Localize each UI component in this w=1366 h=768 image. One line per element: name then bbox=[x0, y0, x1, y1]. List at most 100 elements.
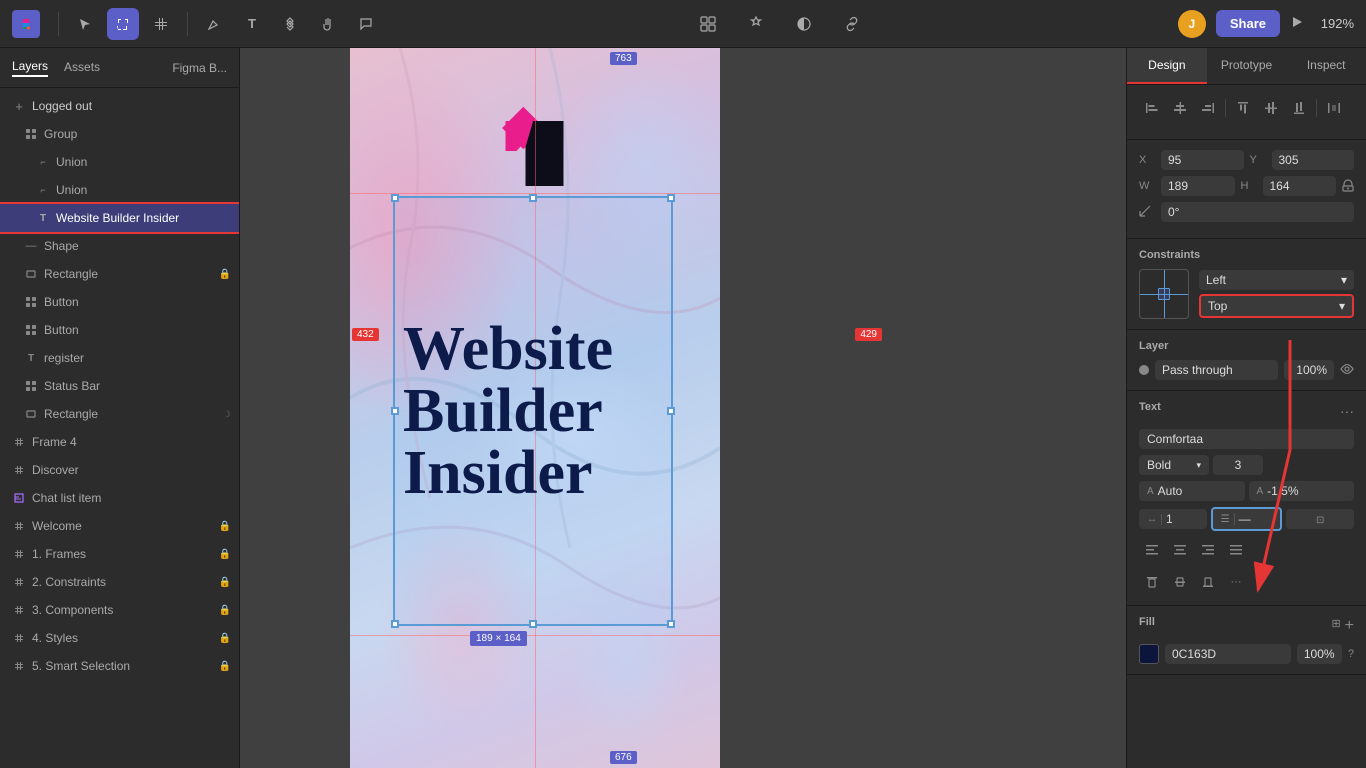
tab-inspect[interactable]: Inspect bbox=[1286, 48, 1366, 84]
font-family-select[interactable]: Comfortaa bbox=[1139, 429, 1354, 449]
fill-opacity-info-btn[interactable]: ? bbox=[1348, 648, 1354, 660]
paragraph-spacing-input[interactable]: ☰ — bbox=[1211, 507, 1283, 531]
layer-mode-dot bbox=[1139, 365, 1149, 375]
align-middle-btn[interactable] bbox=[1258, 95, 1284, 121]
layer-discover[interactable]: Discover bbox=[0, 456, 239, 484]
text-align-center-btn[interactable] bbox=[1167, 537, 1193, 563]
component-icon-1 bbox=[24, 295, 38, 309]
select-tool-btn[interactable] bbox=[107, 8, 139, 40]
visibility-toggle[interactable] bbox=[1340, 363, 1354, 377]
vert-middle-btn[interactable] bbox=[1167, 569, 1193, 595]
height-mode-select[interactable]: A Auto bbox=[1139, 481, 1245, 501]
plugins-btn[interactable] bbox=[740, 8, 772, 40]
text-title: Text bbox=[1139, 401, 1161, 413]
link-btn[interactable] bbox=[836, 8, 868, 40]
group-name: Group bbox=[44, 127, 231, 141]
component-set-btn[interactable] bbox=[692, 8, 724, 40]
w-input[interactable]: 189 bbox=[1161, 176, 1235, 196]
fill-add-btn[interactable]: + bbox=[1345, 617, 1354, 635]
pen-tool-btn[interactable] bbox=[198, 8, 230, 40]
letter-spacing-input[interactable]: A -1.5% bbox=[1249, 481, 1355, 501]
tab-figma-breadcrumb[interactable]: Figma B... bbox=[172, 61, 227, 75]
layer-union-2[interactable]: ⌐ Union bbox=[0, 176, 239, 204]
button-1-name: Button bbox=[44, 295, 231, 309]
paragraph-spacing-value: — bbox=[1239, 512, 1251, 526]
constrain-proportions-btn[interactable] bbox=[1342, 178, 1354, 195]
layer-button-1[interactable]: Button bbox=[0, 288, 239, 316]
constraint-selects: Left ▾ Top ▾ bbox=[1199, 270, 1354, 318]
text-section: Text ··· Comfortaa Bold ▾ 3 A Auto A bbox=[1127, 391, 1366, 606]
text-align-justify-btn[interactable] bbox=[1223, 537, 1249, 563]
shape-name: Shape bbox=[44, 239, 231, 253]
layer-chat-list[interactable]: Chat list item bbox=[0, 484, 239, 512]
text-tool-btn[interactable]: T bbox=[236, 8, 268, 40]
layer-union-1[interactable]: ⌐ Union bbox=[0, 148, 239, 176]
layer-mode-select[interactable]: Pass through bbox=[1155, 360, 1278, 380]
contrast-btn[interactable] bbox=[788, 8, 820, 40]
layer-4-styles[interactable]: 4. Styles 🔒 bbox=[0, 624, 239, 652]
line-height-input[interactable]: ↔ 1 bbox=[1139, 509, 1207, 529]
font-weight-select[interactable]: Bold ▾ bbox=[1139, 455, 1209, 475]
figma-logo[interactable] bbox=[12, 10, 40, 38]
angle-input[interactable]: 0° bbox=[1161, 202, 1354, 222]
layer-frame-4[interactable]: Frame 4 bbox=[0, 428, 239, 456]
text-more-btn[interactable]: ··· bbox=[1340, 403, 1354, 419]
x-input[interactable]: 95 bbox=[1161, 150, 1244, 170]
fill-opacity-input[interactable]: 100% bbox=[1297, 644, 1342, 664]
distribute-btn[interactable] bbox=[1321, 95, 1347, 121]
size-label: 189 × 164 bbox=[470, 631, 527, 646]
layer-button-2[interactable]: Button bbox=[0, 316, 239, 344]
share-button[interactable]: Share bbox=[1216, 10, 1280, 37]
canvas-text-content: Website Builder Insider bbox=[395, 198, 671, 624]
styles-4-name: 4. Styles bbox=[32, 631, 215, 645]
present-button[interactable] bbox=[1290, 15, 1304, 32]
layer-section-logged-out[interactable]: + Logged out bbox=[0, 92, 239, 120]
align-center-h-btn[interactable] bbox=[1167, 95, 1193, 121]
toolbar-center bbox=[382, 8, 1178, 40]
font-size-input[interactable]: 3 bbox=[1213, 455, 1263, 475]
layer-rectangle-1[interactable]: Rectangle 🔒 bbox=[0, 260, 239, 288]
align-left-btn[interactable] bbox=[1139, 95, 1165, 121]
layer-5-smart-selection[interactable]: 5. Smart Selection 🔒 bbox=[0, 652, 239, 680]
layer-rectangle-2[interactable]: Rectangle ☽ bbox=[0, 400, 239, 428]
lock-icon-4: 🔒 bbox=[219, 549, 231, 560]
component-tool-btn[interactable] bbox=[274, 8, 306, 40]
text-align-left-btn[interactable] bbox=[1139, 537, 1165, 563]
tab-prototype[interactable]: Prototype bbox=[1207, 48, 1287, 84]
frame-tool-btn[interactable] bbox=[145, 8, 177, 40]
layer-register[interactable]: T register bbox=[0, 344, 239, 372]
h-input[interactable]: 164 bbox=[1263, 176, 1337, 196]
tab-layers[interactable]: Layers bbox=[12, 59, 48, 77]
tab-design[interactable]: Design bbox=[1127, 48, 1207, 84]
align-top-btn[interactable] bbox=[1230, 95, 1256, 121]
layer-welcome[interactable]: Welcome 🔒 bbox=[0, 512, 239, 540]
y-input[interactable]: 305 bbox=[1272, 150, 1355, 170]
canvas[interactable]: Website Builder Insider 189 × 164 763 43… bbox=[240, 48, 1126, 768]
fill-grid-btn[interactable]: ⊞ bbox=[1331, 617, 1340, 635]
layer-1-frames[interactable]: 1. Frames 🔒 bbox=[0, 540, 239, 568]
layer-3-components[interactable]: 3. Components 🔒 bbox=[0, 596, 239, 624]
hand-tool-btn[interactable] bbox=[312, 8, 344, 40]
layer-status-bar[interactable]: Status Bar bbox=[0, 372, 239, 400]
text-more-options[interactable]: ··· bbox=[1223, 569, 1249, 595]
tab-assets[interactable]: Assets bbox=[64, 60, 100, 76]
text-selection-frame[interactable]: Website Builder Insider bbox=[393, 196, 673, 626]
align-right-btn[interactable] bbox=[1195, 95, 1221, 121]
extra-spacing-input[interactable]: ⊡ bbox=[1286, 509, 1354, 529]
align-bottom-btn[interactable] bbox=[1286, 95, 1312, 121]
layer-shape[interactable]: — Shape bbox=[0, 232, 239, 260]
vert-bottom-btn[interactable] bbox=[1195, 569, 1221, 595]
fill-hex-input[interactable]: 0C163D bbox=[1165, 644, 1291, 664]
opacity-input[interactable]: 100% bbox=[1284, 360, 1334, 380]
fill-color-swatch[interactable] bbox=[1139, 644, 1159, 664]
layer-2-constraints[interactable]: 2. Constraints 🔒 bbox=[0, 568, 239, 596]
vert-top-btn[interactable] bbox=[1139, 569, 1165, 595]
layer-website-builder[interactable]: T Website Builder Insider bbox=[0, 204, 239, 232]
constraint-vertical[interactable]: Top ▾ bbox=[1199, 294, 1354, 318]
comment-tool-btn[interactable] bbox=[350, 8, 382, 40]
layer-group[interactable]: Group bbox=[0, 120, 239, 148]
left-panel: Layers Assets Figma B... + Logged out Gr… bbox=[0, 48, 240, 768]
constraint-horizontal[interactable]: Left ▾ bbox=[1199, 270, 1354, 290]
text-align-right-btn[interactable] bbox=[1195, 537, 1221, 563]
move-tool-btn[interactable] bbox=[69, 8, 101, 40]
